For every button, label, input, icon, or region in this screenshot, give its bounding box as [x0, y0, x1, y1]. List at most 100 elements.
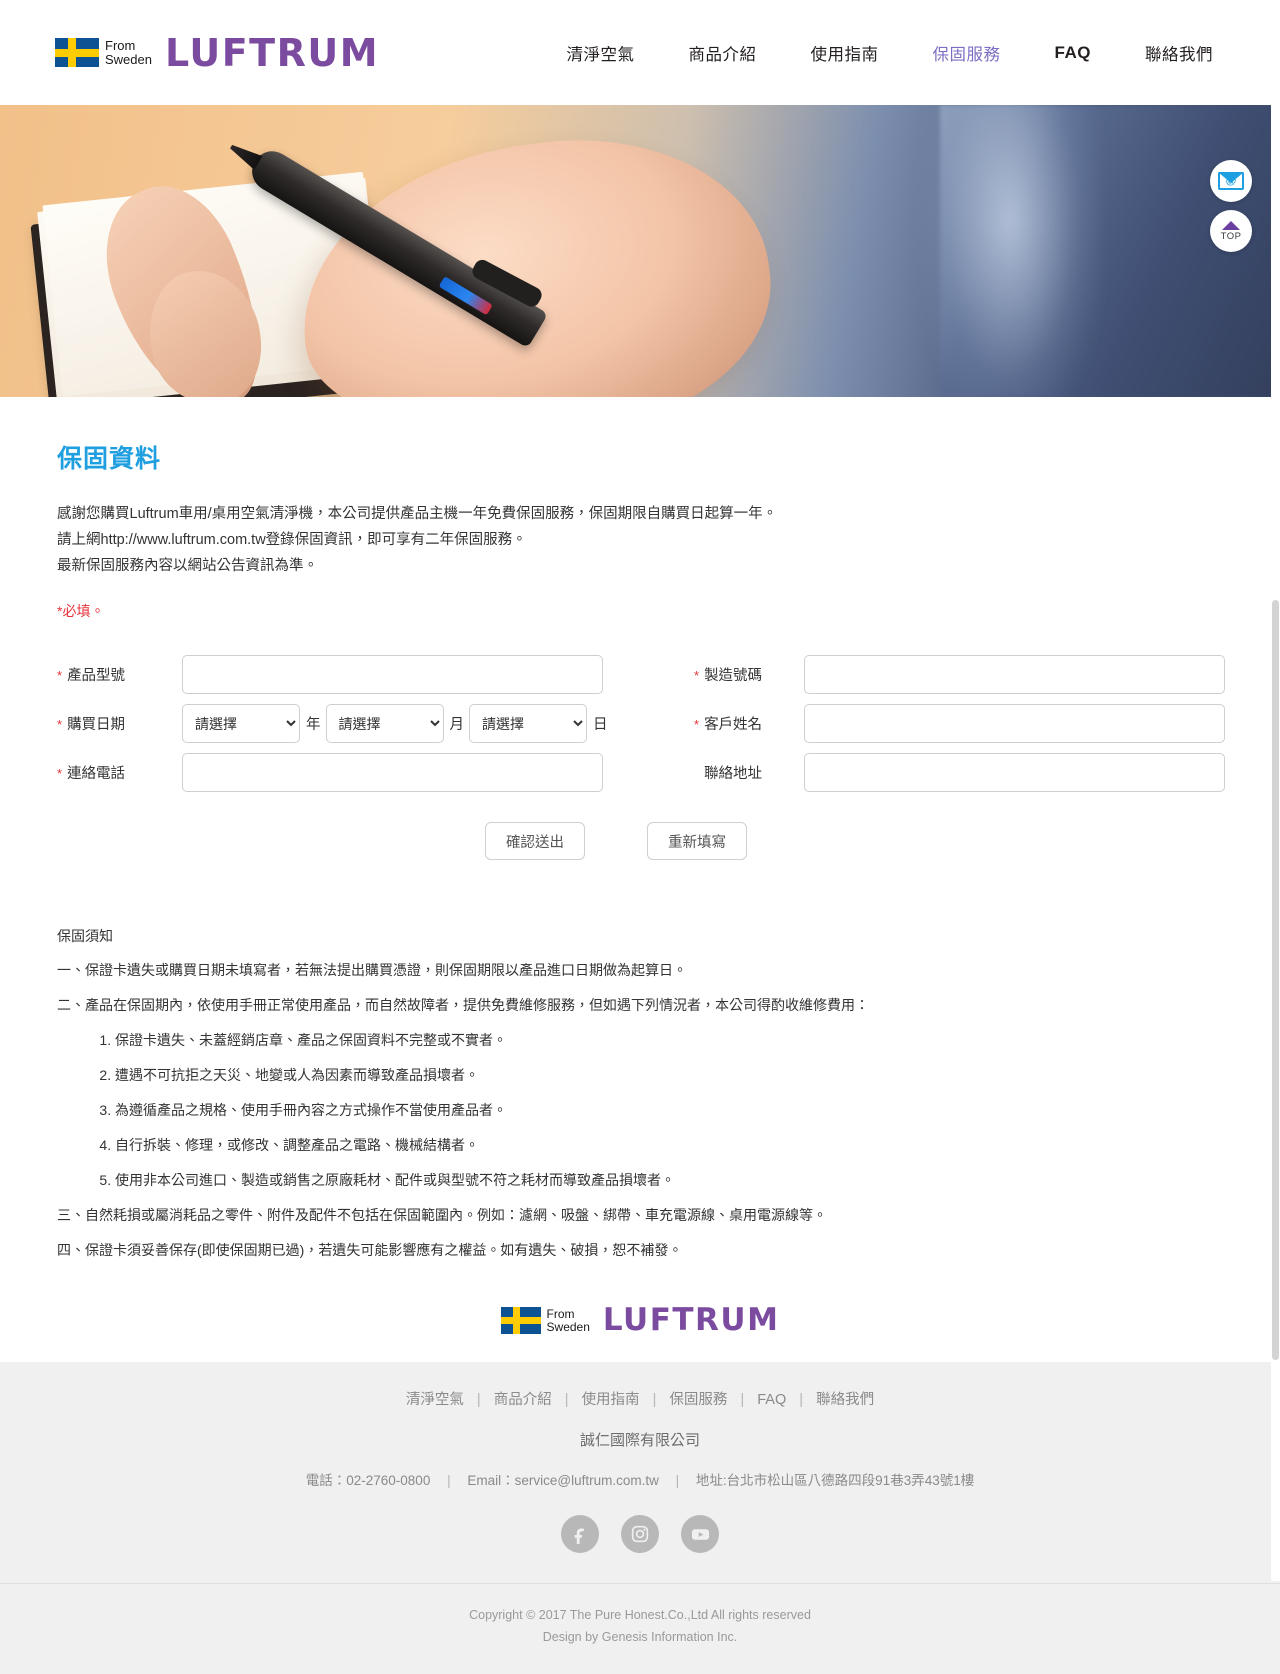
- copyright-line-2: Design by Genesis Information Inc.: [542, 1630, 738, 1644]
- required-asterisk: *: [57, 766, 63, 781]
- purchase-month-select[interactable]: 請選擇: [325, 704, 444, 743]
- footer-from-sweden-label: From Sweden: [546, 1306, 590, 1334]
- scroll-to-top-button[interactable]: TOP: [1210, 210, 1252, 252]
- facebook-icon[interactable]: [561, 1515, 599, 1553]
- nav-item-faq[interactable]: FAQ: [1028, 43, 1118, 63]
- footer-nav-separator: |: [476, 1392, 481, 1408]
- product-model-input[interactable]: [182, 655, 603, 694]
- serial-number-input[interactable]: [804, 655, 1225, 694]
- main-navigation: 清淨空氣 商品介紹 使用指南 保固服務 FAQ 聯絡我們: [540, 0, 1240, 105]
- sweden-flag-icon: [55, 38, 99, 67]
- nav-item-guide[interactable]: 使用指南: [784, 41, 906, 65]
- label-text: 客戶姓名: [704, 717, 763, 733]
- hero-banner: [0, 105, 1280, 397]
- sweden-flag-badge: From Sweden: [55, 38, 152, 67]
- terms-heading: 保固須知: [57, 928, 113, 944]
- chevron-up-icon: [1222, 220, 1240, 230]
- terms-item-2: 二、產品在保固期內，依使用手冊正常使用產品，而自然故障者，提供免費維修服務，但如…: [57, 997, 869, 1013]
- terms-sub-item: 為遵循產品之規格、使用手冊內容之方式操作不當使用產品者。: [115, 1099, 1235, 1121]
- required-asterisk: *: [694, 717, 700, 732]
- field-product-model: * 產品型號: [57, 655, 672, 694]
- terms-sub-item: 保證卡遺失、未蓋經銷店章、產品之保固資料不完整或不實者。: [115, 1029, 1235, 1051]
- footer-nav-faq[interactable]: FAQ: [757, 1392, 786, 1408]
- footer-nav-warranty[interactable]: 保固服務: [669, 1392, 727, 1408]
- purchase-year-select[interactable]: 請選擇: [182, 704, 300, 743]
- contact-email: Email：service@luftrum.com.tw: [467, 1473, 659, 1488]
- phone-input[interactable]: [182, 753, 603, 792]
- field-purchase-date: * 購買日期 請選擇 年 請選擇 月 請選擇 日: [57, 704, 672, 743]
- site-header: From Sweden LUFTRUM 清淨空氣 商品介紹 使用指南 保固服務 …: [0, 0, 1280, 105]
- terms-sub-item: 使用非本公司進口、製造或銷售之原廠耗材、配件或與型號不符之耗材而導致產品損壞者。: [115, 1169, 1235, 1191]
- footer-nav-separator: |: [652, 1392, 657, 1408]
- nav-item-products[interactable]: 商品介紹: [662, 41, 784, 65]
- contact-address: 地址:台北市松山區八德路四段91巷3弄43號1樓: [695, 1473, 975, 1488]
- intro-line-3: 最新保固服務內容以網站公告資訊為準。: [57, 558, 318, 574]
- hero-light-highlight: [920, 105, 1100, 397]
- required-asterisk: *: [694, 668, 700, 683]
- required-asterisk: *: [57, 668, 63, 683]
- purchase-date-selectors: 請選擇 年 請選擇 月 請選擇 日: [182, 704, 613, 743]
- label-customer-name: * 客戶姓名: [672, 713, 804, 734]
- flag-text-line1: From: [105, 37, 136, 53]
- flag-text-line2: Sweden: [546, 1319, 590, 1334]
- copyright-line-1: Copyright © 2017 The Pure Honest.Co.,Ltd…: [469, 1608, 811, 1622]
- terms-item-1: 一、保證卡遺失或購買日期未填寫者，若無法提出購買憑證，則保固期限以產品進口日期做…: [57, 962, 687, 978]
- terms-sub-list: 保證卡遺失、未蓋經銷店章、產品之保固資料不完整或不實者。 遭遇不可抗拒之天災、地…: [57, 1029, 1235, 1191]
- brand-wordmark: LUFTRUM: [164, 30, 380, 75]
- terms-item-3: 三、自然耗損或屬消耗品之零件、附件及配件不包括在保固範圍內。例如：濾網、吸盤、綁…: [57, 1207, 827, 1223]
- terms-sub-item: 遭遇不可抗拒之天災、地變或人為因素而導致產品損壞者。: [115, 1064, 1235, 1086]
- nav-item-contact[interactable]: 聯絡我們: [1118, 41, 1240, 65]
- year-unit-label: 年: [306, 717, 321, 733]
- intro-line-2: 請上網http://www.luftrum.com.tw登錄保固資訊，即可享有二…: [57, 532, 527, 548]
- nav-item-clean-air[interactable]: 清淨空氣: [540, 41, 662, 65]
- reset-button[interactable]: 重新填寫: [647, 822, 747, 860]
- site-logo[interactable]: From Sweden LUFTRUM: [55, 34, 379, 72]
- footer-nav-clean-air[interactable]: 清淨空氣: [406, 1392, 464, 1408]
- scrollbar-thumb[interactable]: [1272, 600, 1279, 1360]
- label-address: * 聯絡地址: [672, 762, 804, 783]
- nav-item-warranty[interactable]: 保固服務: [906, 41, 1028, 65]
- footer-sweden-flag-badge: From Sweden: [500, 1306, 590, 1334]
- required-field-note: *必填。: [57, 603, 105, 619]
- label-text: 購買日期: [67, 717, 126, 733]
- customer-name-input[interactable]: [804, 704, 1225, 743]
- footer-nav-guide[interactable]: 使用指南: [582, 1392, 640, 1408]
- page-title: 保固資料: [57, 445, 162, 473]
- copyright-section: Copyright © 2017 The Pure Honest.Co.,Ltd…: [0, 1583, 1280, 1674]
- footer-logo[interactable]: From Sweden LUFTRUM: [0, 1305, 1280, 1362]
- footer-nav-contact[interactable]: 聯絡我們: [816, 1392, 874, 1408]
- footer-nav-separator: |: [740, 1392, 745, 1408]
- warranty-intro-text: 感謝您購買Luftrum車用/桌用空氣清淨機，本公司提供產品主機一年免費保固服務…: [57, 501, 1235, 579]
- terms-item-4: 四、保證卡須妥善保存(即使保固期已過)，若遺失可能影響應有之權益。如有遺失、破損…: [57, 1242, 683, 1258]
- label-purchase-date: * 購買日期: [57, 713, 182, 734]
- submit-button[interactable]: 確認送出: [485, 822, 585, 860]
- flag-text-line2: Sweden: [105, 51, 152, 67]
- footer-navigation: 清淨空氣 | 商品介紹 | 使用指南 | 保固服務 | FAQ | 聯絡我們: [0, 1388, 1280, 1409]
- month-unit-label: 月: [449, 717, 465, 733]
- mail-icon: @: [1218, 172, 1244, 190]
- purchase-day-select[interactable]: 請選擇: [469, 704, 587, 743]
- hero-hand: [282, 113, 788, 397]
- label-phone: * 連絡電話: [57, 762, 182, 783]
- flag-text-line1: From: [546, 1306, 575, 1321]
- warranty-registration-form: * 產品型號 * 製造號碼 * 購買日期 請選擇 年 請選擇 月 請選擇 日 *…: [57, 655, 1235, 792]
- label-text: 製造號碼: [704, 668, 763, 684]
- address-input[interactable]: [804, 753, 1225, 792]
- footer-brand-wordmark: LUFTRUM: [602, 1302, 780, 1338]
- terms-sub-item: 自行拆裝、修理，或修改、調整產品之電路、機械結構者。: [115, 1134, 1235, 1156]
- social-links: [0, 1515, 1280, 1583]
- label-serial-number: * 製造號碼: [672, 664, 804, 685]
- site-footer: 清淨空氣 | 商品介紹 | 使用指南 | 保固服務 | FAQ | 聯絡我們 誠…: [0, 1362, 1280, 1674]
- warranty-terms: 保固須知 一、保證卡遺失或購買日期未填寫者，若無法提出購買憑證，則保固期限以產品…: [57, 926, 1235, 1261]
- footer-nav-separator: |: [799, 1392, 804, 1408]
- footer-nav-products[interactable]: 商品介紹: [494, 1392, 552, 1408]
- top-button-label: TOP: [1220, 230, 1242, 242]
- instagram-icon[interactable]: [621, 1515, 659, 1553]
- contact-separator: |: [447, 1473, 451, 1488]
- required-asterisk: *: [57, 717, 63, 732]
- contact-mail-button[interactable]: @: [1210, 160, 1252, 202]
- youtube-icon[interactable]: [681, 1515, 719, 1553]
- day-unit-label: 日: [593, 717, 608, 733]
- page-scrollbar[interactable]: [1271, 0, 1280, 1581]
- label-text: 連絡電話: [67, 766, 126, 782]
